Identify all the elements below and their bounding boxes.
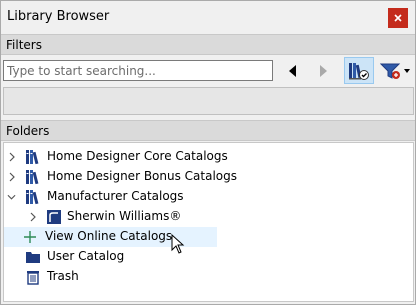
chevron-right-icon[interactable]: [7, 151, 16, 163]
tree-item-label: Manufacturer Catalogs: [47, 189, 184, 203]
forward-arrow-icon: [320, 64, 327, 77]
title-bar: Library Browser: [1, 1, 415, 34]
folders-header: Folders: [1, 120, 415, 141]
filter-menu-button[interactable]: [379, 57, 413, 84]
filter-results-box: [3, 87, 414, 115]
mouse-cursor-icon: [171, 233, 185, 257]
folders-header-label: Folders: [6, 124, 50, 138]
tree-item-label: View Online Catalogs: [45, 229, 173, 243]
folder-icon: [25, 249, 41, 265]
close-button[interactable]: [388, 8, 408, 28]
search-input[interactable]: [3, 60, 273, 81]
tree-item-label: Trash: [47, 269, 79, 283]
plus-icon: [22, 229, 38, 245]
back-arrow-icon: [289, 64, 296, 77]
chevron-right-icon[interactable]: [28, 211, 37, 223]
tree-item-trash[interactable]: Trash: [4, 267, 413, 287]
back-button[interactable]: [282, 60, 302, 81]
tree-item-user-catalog[interactable]: User Catalog: [4, 247, 413, 267]
folder-tree[interactable]: Home Designer Core Catalogs Home Designe…: [3, 142, 414, 302]
tree-item-core-catalogs[interactable]: Home Designer Core Catalogs: [4, 147, 413, 167]
window-title: Library Browser: [7, 9, 110, 24]
catalog-books-icon: [25, 189, 41, 205]
trash-icon: [25, 269, 41, 285]
filters-header: Filters: [1, 34, 415, 55]
filter-funnel-icon: [380, 63, 410, 79]
tree-item-view-online-catalogs[interactable]: View Online Catalogs: [4, 227, 217, 247]
tree-item-sherwin-williams[interactable]: Sherwin Williams®: [4, 207, 413, 227]
sherwin-williams-icon: [46, 209, 62, 225]
catalog-books-icon: [25, 169, 41, 185]
catalog-books-icon: [25, 149, 41, 165]
chevron-down-icon[interactable]: [7, 191, 16, 203]
tree-item-label: Sherwin Williams®: [67, 209, 182, 223]
tree-item-label: Home Designer Bonus Catalogs: [47, 169, 238, 183]
library-browser-panel: Library Browser Filters Type to start se…: [0, 0, 416, 305]
chevron-right-icon[interactable]: [7, 171, 16, 183]
tree-item-label: Home Designer Core Catalogs: [47, 149, 228, 163]
tree-item-label: User Catalog: [47, 249, 125, 263]
forward-button[interactable]: [314, 60, 334, 81]
library-filter-button[interactable]: [344, 57, 374, 84]
tree-item-manufacturer-catalogs[interactable]: Manufacturer Catalogs: [4, 187, 413, 207]
library-filter-icon: [349, 62, 369, 80]
tree-item-bonus-catalogs[interactable]: Home Designer Bonus Catalogs: [4, 167, 413, 187]
filters-header-label: Filters: [6, 38, 42, 52]
close-icon: [394, 14, 402, 22]
